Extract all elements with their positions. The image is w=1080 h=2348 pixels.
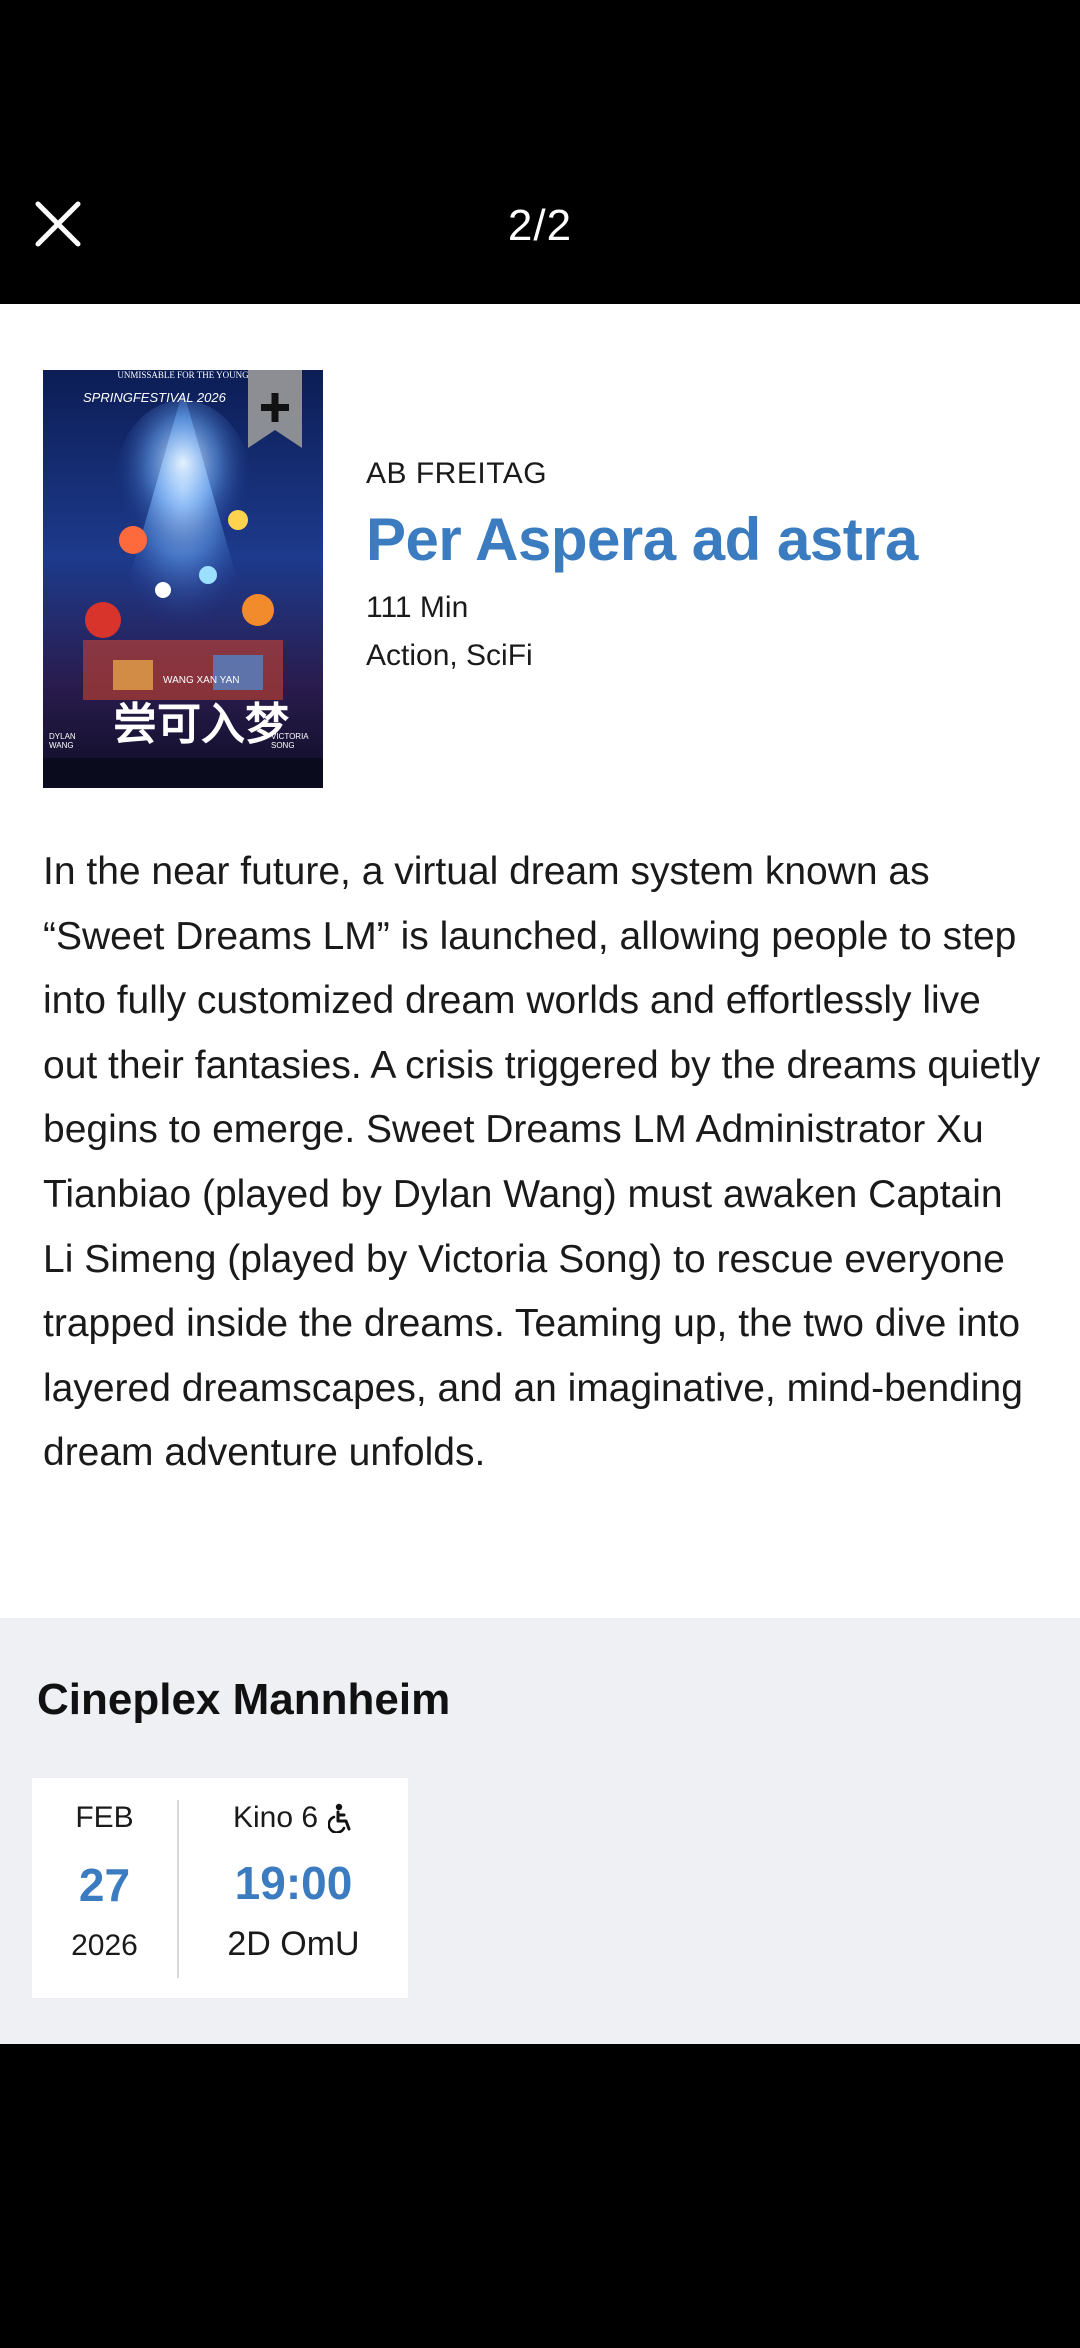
showtime-card[interactable]: FEB 27 2026 Kino 6 19:00 2D OmU xyxy=(32,1778,408,1998)
hall-row: Kino 6 xyxy=(179,1800,408,1836)
poster-right-credit: VICTORIA SONG xyxy=(271,732,309,750)
hall-label: Kino 6 xyxy=(232,1801,319,1834)
bottom-bar xyxy=(0,2044,1080,2348)
showtime-format: 2D OmU xyxy=(227,1925,360,1963)
top-bar: 2/2 xyxy=(0,0,1080,304)
page-counter: 2/2 xyxy=(507,201,573,250)
poster-left-credit: DYLAN WANG xyxy=(49,732,76,750)
movie-description: In the near future, a virtual dream syst… xyxy=(43,850,1041,1475)
add-bookmark-button[interactable] xyxy=(248,370,302,448)
showtime-month: FEB xyxy=(75,1801,134,1834)
movie-detail: UNMISSABLE FOR THE YOUNG SPRINGFESTIVAL … xyxy=(0,304,1080,1618)
showtime-info: Kino 6 19:00 2D OmU xyxy=(179,1800,408,1998)
poster-festival-text: SPRINGFESTIVAL 2026 xyxy=(83,390,226,405)
showtimes-section: Cineplex Mannheim FEB 27 2026 Kino 6 19:… xyxy=(0,1618,1080,2044)
movie-duration: 111 Min xyxy=(366,591,469,624)
showtime-date: FEB 27 2026 xyxy=(32,1800,179,1978)
release-label: AB FREITAG xyxy=(366,457,548,490)
cinema-name: Cineplex Mannheim xyxy=(37,1675,451,1724)
showtime-day: 27 xyxy=(78,1859,131,1911)
poster-name-tag: WANG XAN YAN xyxy=(163,675,240,686)
movie-meta: AB FREITAG Per Aspera ad astra 111 Min A… xyxy=(366,454,1046,680)
movie-genres: Action, SciFi xyxy=(366,639,533,672)
poster-title-art: 尝可入梦 xyxy=(113,699,289,750)
showtime-year: 2026 xyxy=(71,1929,138,1962)
showtime-time: 19:00 xyxy=(234,1857,353,1909)
movie-title: Per Aspera ad astra xyxy=(366,506,918,573)
wheelchair-icon xyxy=(328,1803,351,1833)
